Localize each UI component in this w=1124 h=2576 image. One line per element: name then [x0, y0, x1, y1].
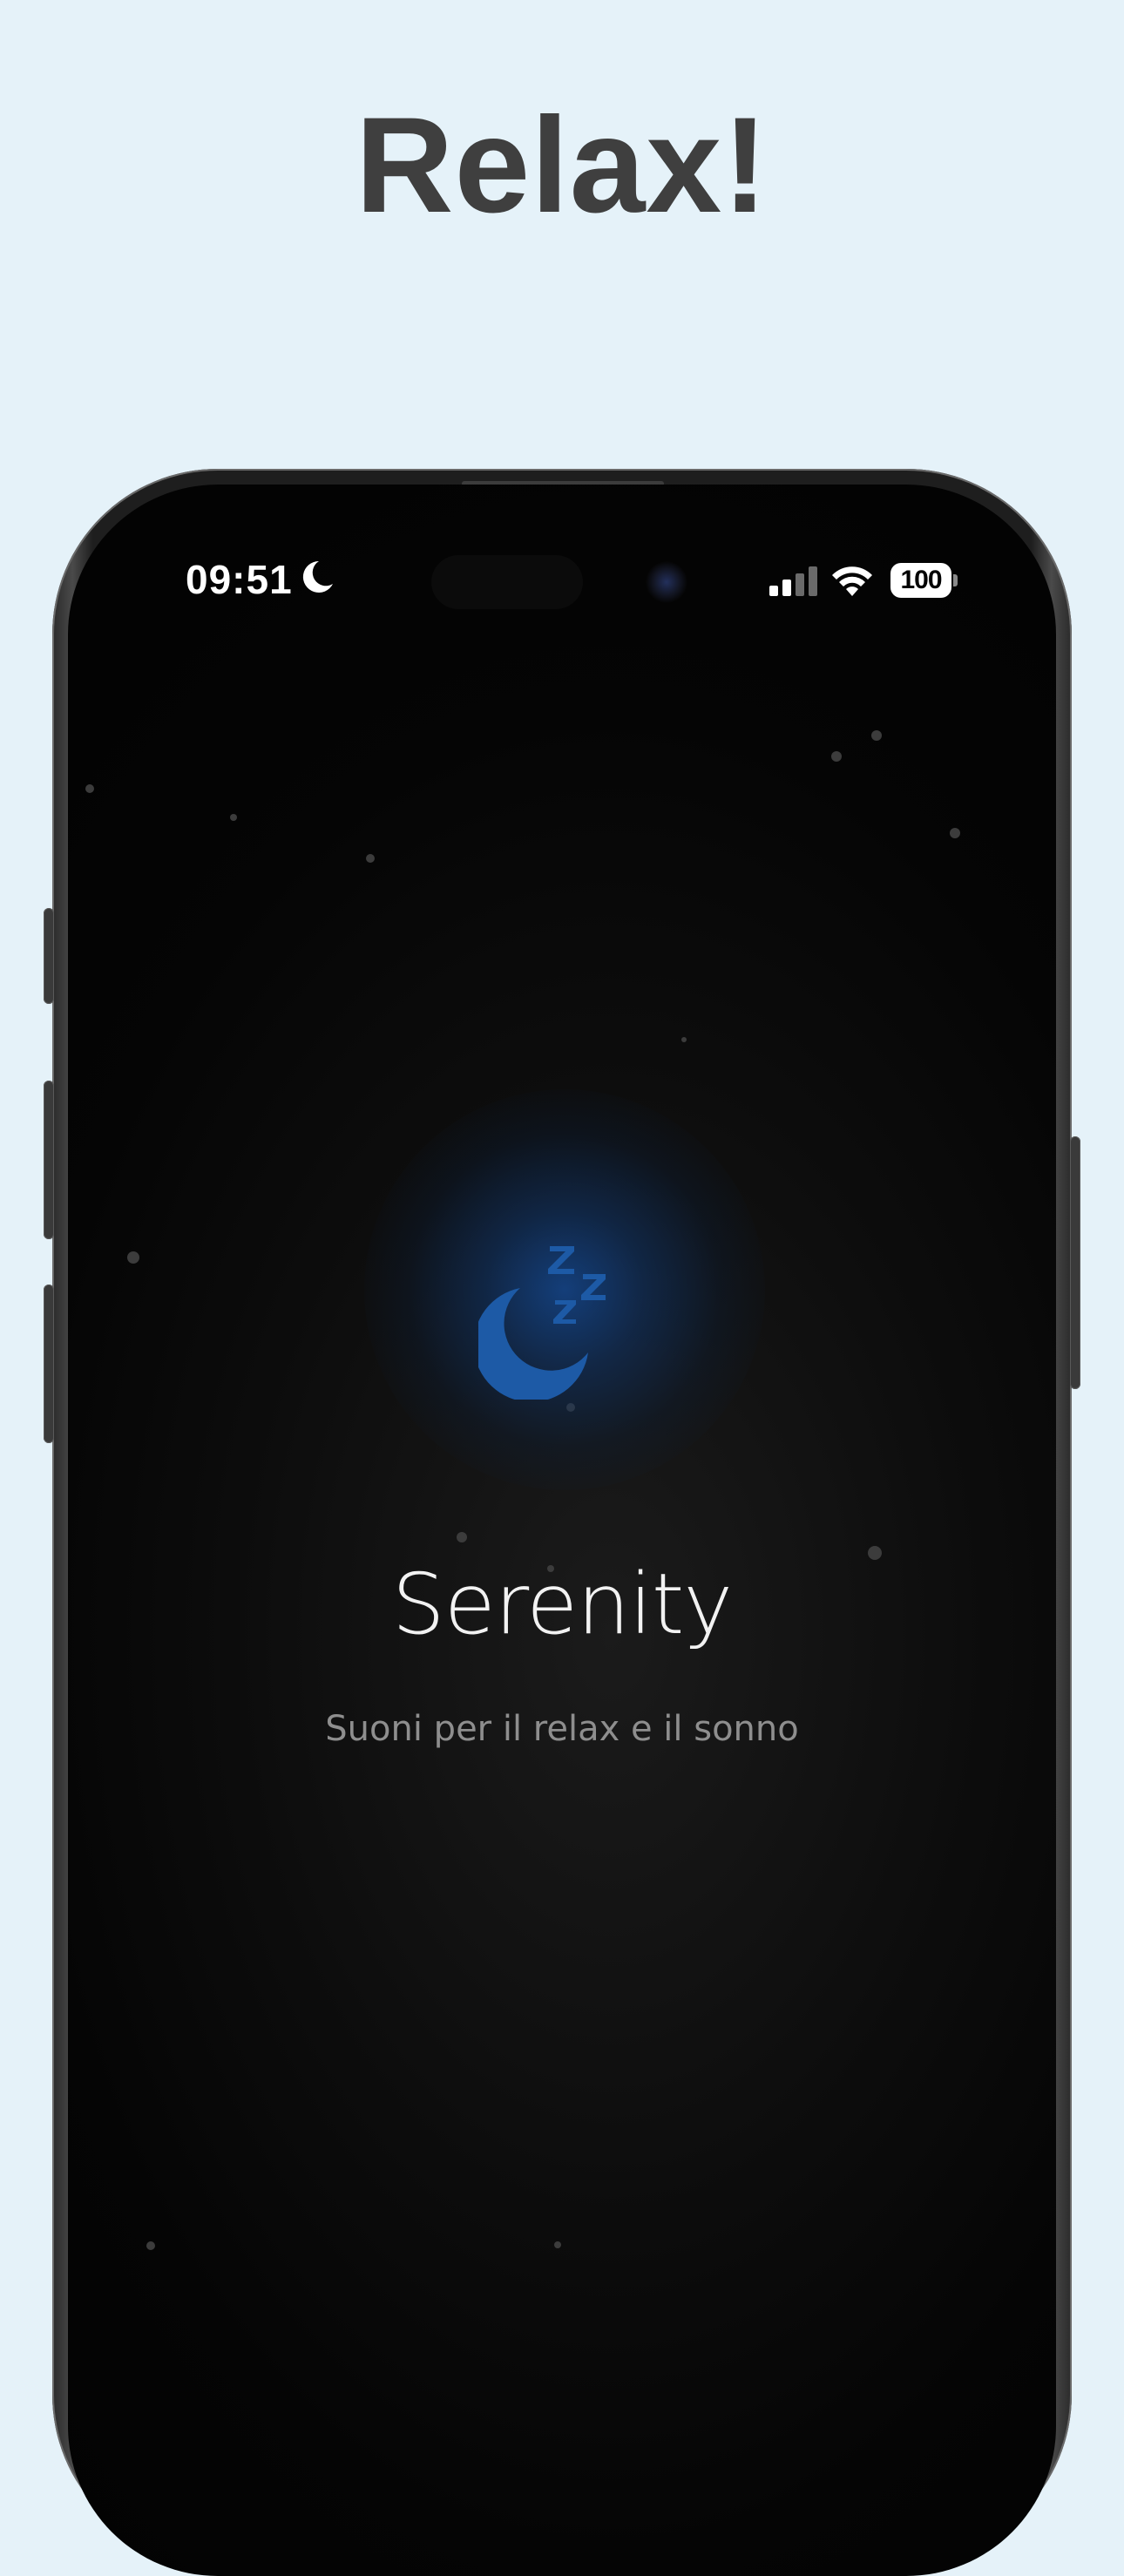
status-time: 09:51 [186, 557, 293, 602]
front-camera [646, 561, 687, 603]
action-button [44, 908, 54, 1004]
side-power-button [1070, 1136, 1080, 1389]
wifi-icon [832, 566, 872, 596]
app-subtitle: Suoni per il relax e il sonno [325, 1709, 799, 1749]
star [127, 1251, 139, 1264]
star [457, 1532, 467, 1542]
star [146, 2241, 155, 2250]
sleep-moon-zzz-icon [478, 1246, 606, 1400]
battery-indicator: 100 [890, 563, 958, 598]
marketing-headline: Relax! [355, 90, 769, 241]
star [831, 751, 842, 762]
moon-icon [302, 560, 333, 593]
app-screen[interactable]: 09:51 100 Serenity Suoni per il relax e … [68, 485, 1056, 2576]
star [950, 828, 960, 838]
star [230, 814, 237, 821]
star [681, 1037, 687, 1042]
star [554, 2241, 561, 2248]
star [871, 730, 882, 741]
cellular-signal-icon [769, 566, 817, 596]
battery-cap [953, 574, 958, 586]
volume-up-button [44, 1081, 54, 1239]
battery-level: 100 [890, 563, 951, 598]
app-title: Serenity [391, 1556, 733, 1653]
dynamic-island [431, 555, 583, 609]
volume-down-button [44, 1285, 54, 1443]
star [366, 854, 375, 863]
star [85, 784, 94, 793]
